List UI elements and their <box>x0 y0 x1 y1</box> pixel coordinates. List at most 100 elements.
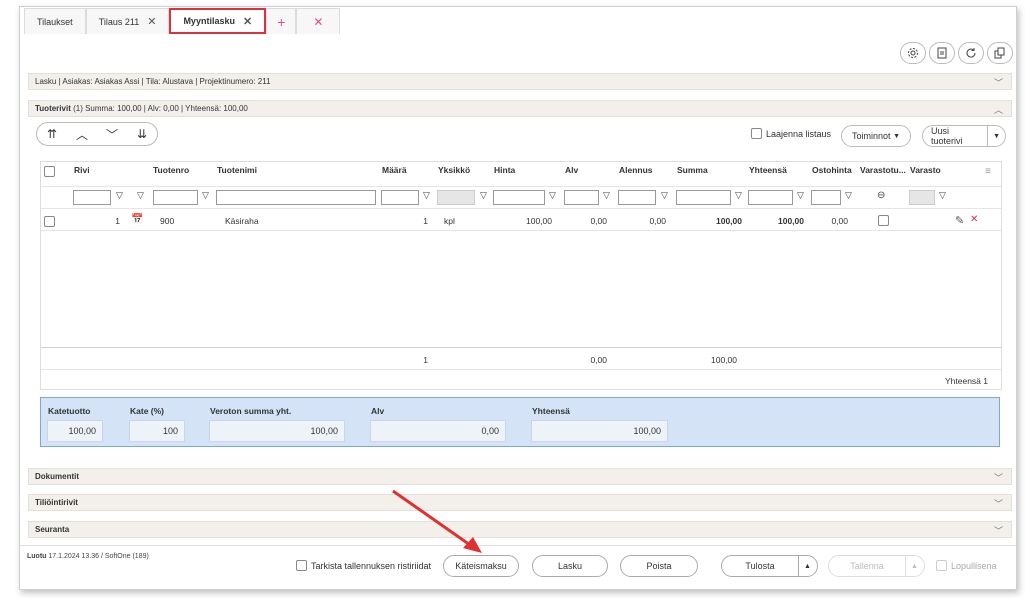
delete-row-icon[interactable]: ✕ <box>970 214 978 225</box>
filter-icon[interactable]: ▽ <box>661 190 668 201</box>
move-up-icon[interactable]: ︿ <box>67 123 97 145</box>
filter-icon[interactable]: ▽ <box>797 190 804 201</box>
column-header-rivi[interactable]: Rivi <box>74 165 90 175</box>
check-conflicts[interactable]: Tarkista tallennuksen ristiriidat <box>296 560 431 571</box>
add-tab-button[interactable]: + <box>266 8 297 34</box>
annotation-arrow-icon <box>392 489 482 553</box>
filter-input-maara[interactable] <box>381 190 419 205</box>
filter-icon[interactable]: ▽ <box>845 190 852 201</box>
created-info: Luotu 17.1.2024 13.36 / SoftOne (189) <box>27 553 149 560</box>
filter-icon[interactable]: ▽ <box>549 190 556 201</box>
filter-input-alv[interactable] <box>564 190 599 205</box>
new-row-button[interactable]: Uusi tuoterivi ▼ <box>922 125 1006 147</box>
filter-toggle-icon[interactable]: ⊖ <box>877 190 885 201</box>
filter-icon[interactable]: ▽ <box>939 190 946 201</box>
filter-input-ostohinta[interactable] <box>811 190 841 205</box>
section-label: Dokumentit <box>35 472 79 481</box>
close-icon[interactable]: ✕ <box>243 15 252 28</box>
caret-down-icon[interactable]: ▼ <box>987 126 1005 146</box>
column-header-yhteensa[interactable]: Yhteensä <box>749 165 787 175</box>
section-seuranta[interactable]: Seuranta ﹀ <box>28 521 1012 538</box>
column-header-hinta[interactable]: Hinta <box>494 165 515 175</box>
expand-listing-label: Laajenna listaus <box>766 128 832 139</box>
check-conflicts-label: Tarkista tallennuksen ristiriidat <box>311 560 432 571</box>
copy-button[interactable] <box>987 42 1013 64</box>
column-header-tuotenimi[interactable]: Tuotenimi <box>217 165 257 175</box>
gear-icon <box>908 48 918 58</box>
invoice-button[interactable]: Lasku <box>532 555 608 577</box>
filter-icon[interactable]: ▽ <box>480 190 487 201</box>
cell-hinta[interactable]: 100,00 <box>510 216 552 226</box>
expand-listing-checkbox[interactable] <box>751 128 762 139</box>
tab-myyntilasku[interactable]: Myyntilasku ✕ <box>169 8 267 34</box>
calendar-icon[interactable]: 📅 <box>131 214 143 225</box>
chevron-down-icon: ﹀ <box>993 473 1003 483</box>
print-button[interactable]: Tulosta ▲ <box>721 555 818 577</box>
column-header-maara[interactable]: Määrä <box>382 165 407 175</box>
tab-tilaus-211[interactable]: Tilaus 211 ✕ <box>85 8 170 34</box>
cell-yksikko[interactable]: kpl <box>444 216 455 226</box>
refresh-button[interactable] <box>958 42 984 64</box>
column-header-tuotenro[interactable]: Tuotenro <box>153 165 189 175</box>
filter-input-hinta[interactable] <box>493 190 545 205</box>
filter-icon[interactable]: ▽ <box>603 190 610 201</box>
close-all-tabs-button[interactable]: ✕ <box>296 8 341 34</box>
cell-summa: 100,00 <box>716 216 742 226</box>
column-header-ostohinta[interactable]: Ostohinta <box>812 165 852 175</box>
caret-up-icon[interactable]: ▲ <box>798 556 816 576</box>
filter-input-alennus[interactable] <box>618 190 656 205</box>
edit-icon[interactable]: ✎ <box>955 214 964 227</box>
section-tiliointirivit[interactable]: Tiliöintirivit ﹀ <box>28 494 1012 511</box>
filter-input-tuotenro[interactable] <box>153 190 198 205</box>
final-checkbox[interactable]: Lopullisena <box>936 560 997 571</box>
tab-tilaukset[interactable]: Tilaukset <box>24 8 86 34</box>
delete-button[interactable]: Poista <box>620 555 698 577</box>
document-button[interactable] <box>929 42 955 64</box>
katetuotto-value: 100,00 <box>47 420 103 442</box>
chevron-down-icon: ﹀ <box>993 499 1003 509</box>
cell-tuotenimi[interactable]: Käsiraha <box>225 216 259 226</box>
final-checkbox-box[interactable] <box>936 560 947 571</box>
filter-input-summa[interactable] <box>676 190 731 205</box>
column-header-yksikko[interactable]: Yksikkö <box>438 165 470 175</box>
chevron-up-icon: ︿ <box>993 105 1003 115</box>
close-icon[interactable]: ✕ <box>147 15 156 28</box>
move-top-icon[interactable]: ⇈ <box>37 123 67 145</box>
cell-alennus[interactable]: 0,00 <box>630 216 666 226</box>
column-header-alv[interactable]: Alv <box>565 165 578 175</box>
check-conflicts-checkbox[interactable] <box>296 560 307 571</box>
filter-icon[interactable]: ▽ <box>735 190 742 201</box>
filter-icon[interactable]: ▽ <box>423 190 430 201</box>
cell-alv[interactable]: 0,00 <box>575 216 607 226</box>
settings-button[interactable] <box>900 42 926 64</box>
move-down-icon[interactable]: ﹀ <box>97 123 127 145</box>
filter-icon[interactable]: ▽ <box>116 190 123 201</box>
filter-input-rivi[interactable] <box>73 190 111 205</box>
save-button[interactable]: Tallenna ▲ <box>828 555 925 577</box>
column-header-varastotuote[interactable]: Varastotu... <box>860 165 906 175</box>
document-icon <box>937 47 947 59</box>
column-header-varasto[interactable]: Varasto <box>910 165 941 175</box>
filter-icon[interactable]: ▽ <box>137 190 144 201</box>
row-checkbox[interactable] <box>44 216 55 227</box>
cell-ostohinta[interactable]: 0,00 <box>815 216 848 226</box>
menu-icon[interactable]: ≡ <box>985 166 991 177</box>
product-rows-header[interactable]: Tuoterivit (1) Summa: 100,00 | Alv: 0,00… <box>28 100 1012 117</box>
column-header-summa[interactable]: Summa <box>677 165 708 175</box>
alv-label: Alv <box>371 406 385 416</box>
column-header-alennus[interactable]: Alennus <box>619 165 653 175</box>
filter-icon[interactable]: ▽ <box>202 190 209 201</box>
actions-dropdown[interactable]: Toiminnot ▼ <box>841 125 911 147</box>
filter-input-tuotenimi[interactable] <box>216 190 376 205</box>
cell-maara[interactable]: 1 <box>400 216 428 226</box>
kate-label: Kate (%) <box>130 406 165 416</box>
move-bottom-icon[interactable]: ⇊ <box>127 123 157 145</box>
invoice-header-section[interactable]: Lasku | Asiakas: Asiakas Assi | Tila: Al… <box>28 73 1012 90</box>
cell-varastotuote-checkbox[interactable] <box>878 215 889 226</box>
caret-up-icon[interactable]: ▲ <box>905 556 923 576</box>
expand-listing[interactable]: Laajenna listaus <box>751 128 831 139</box>
cell-tuotenro[interactable]: 900 <box>160 216 174 226</box>
select-all-checkbox[interactable] <box>44 166 55 177</box>
section-dokumentit[interactable]: Dokumentit ﹀ <box>28 468 1012 485</box>
filter-input-yhteensa[interactable] <box>748 190 793 205</box>
